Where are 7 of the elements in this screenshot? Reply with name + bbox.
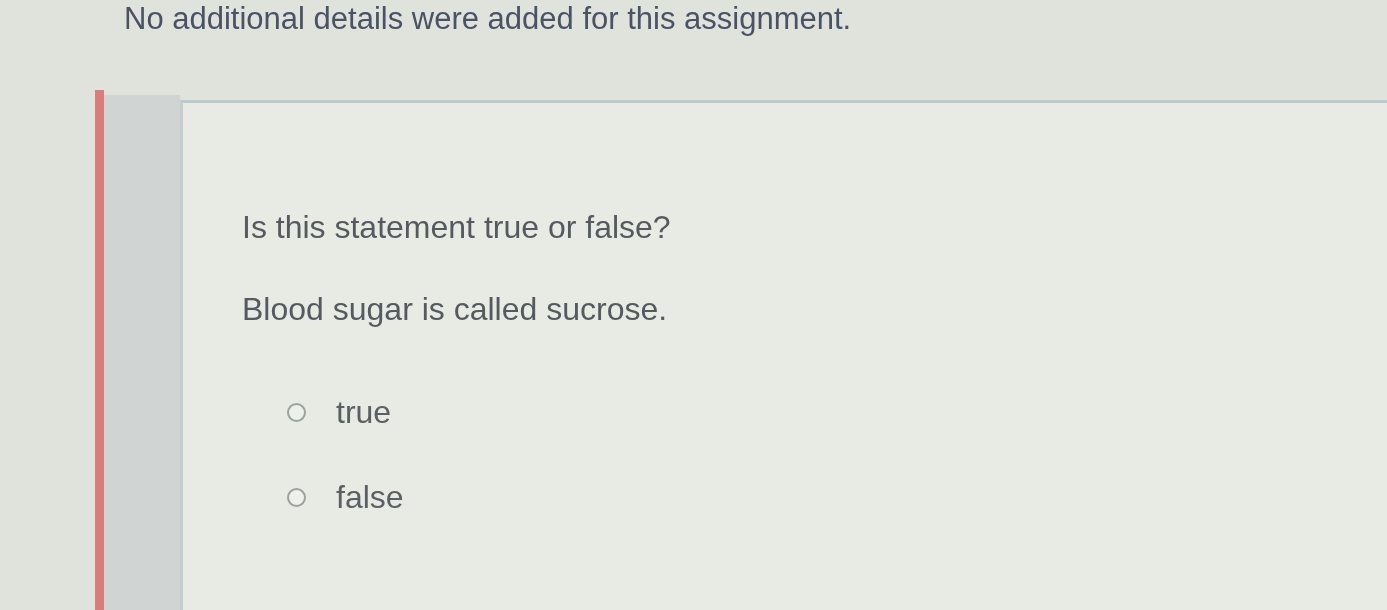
radio-button[interactable] — [287, 487, 306, 507]
assignment-note: No additional details were added for this assignment. — [124, 0, 852, 38]
question-statement: Blood sugar is called sucrose. — [242, 290, 668, 329]
option-label[interactable]: false — [336, 478, 404, 516]
option-label[interactable]: true — [336, 393, 392, 431]
question-prompt: Is this statement true or false? — [242, 208, 671, 247]
radio-button[interactable] — [287, 402, 306, 422]
